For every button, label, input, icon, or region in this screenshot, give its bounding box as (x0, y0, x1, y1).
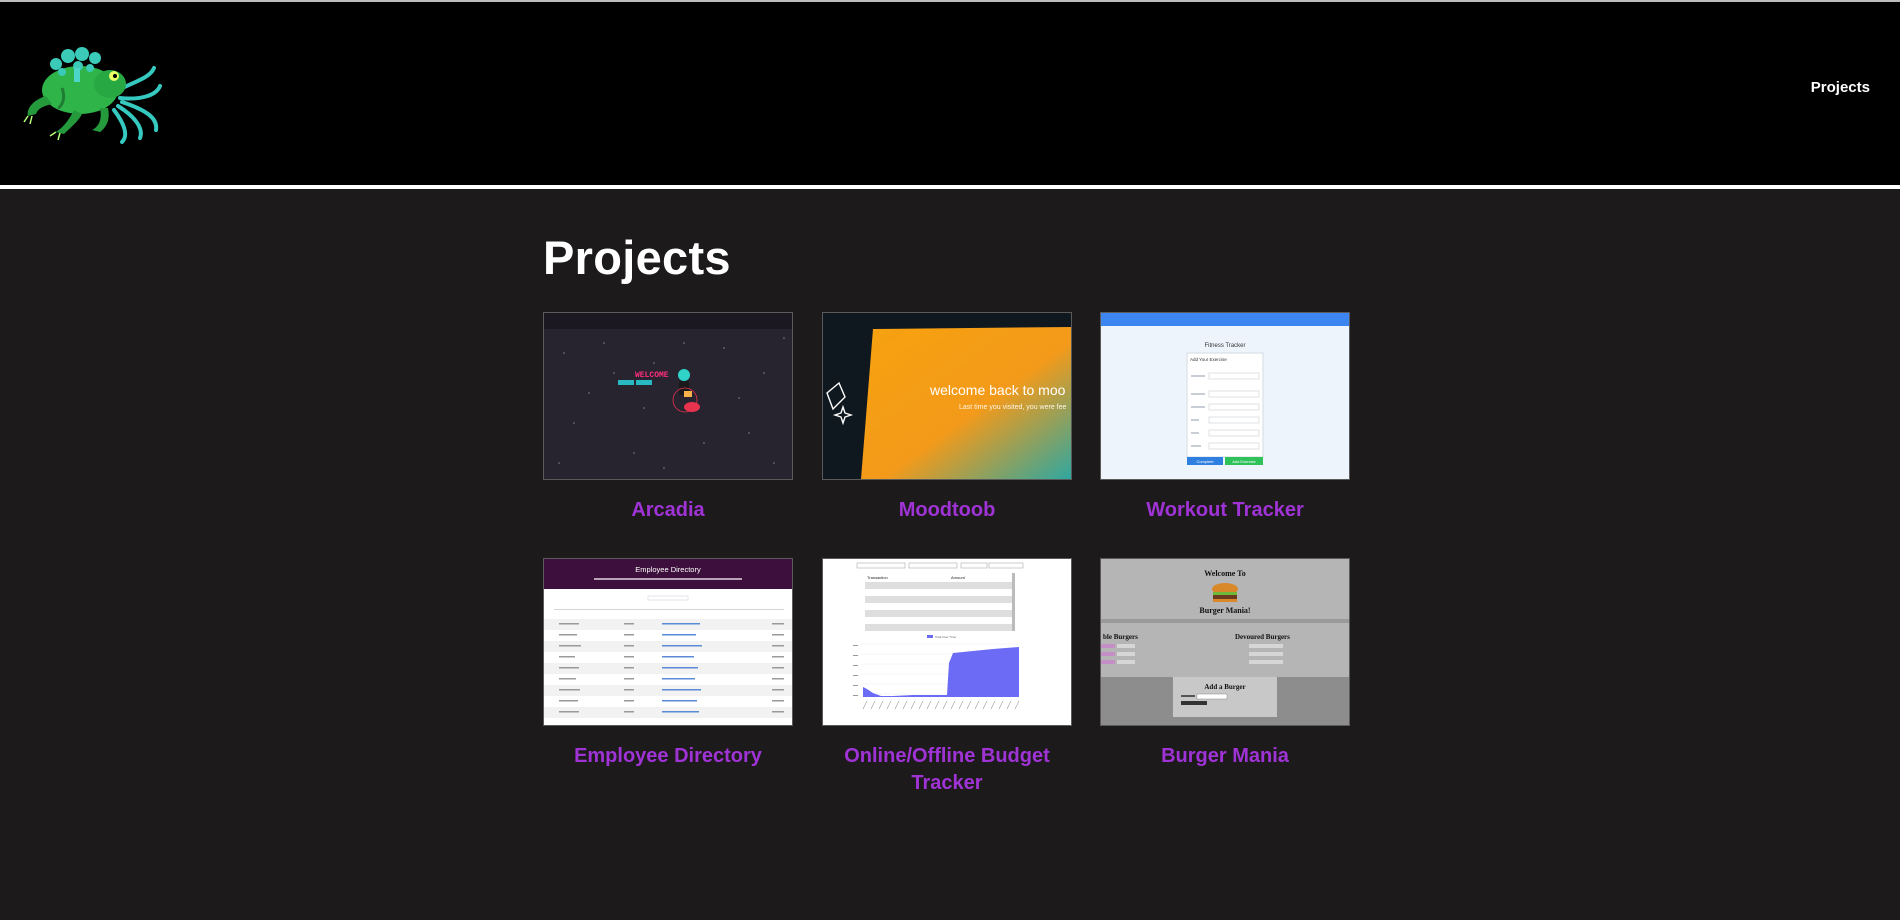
burger-col-right: Devoured Burgers (1235, 633, 1290, 641)
project-card-employee-directory: Employee Directory Employee Directory (543, 558, 793, 770)
employee-directory-heading: Employee Directory (635, 565, 701, 574)
project-title-employee-directory[interactable]: Employee Directory (543, 743, 793, 770)
page-title: Projects (543, 231, 731, 284)
arcadia-welcome-text: WELCOME (635, 371, 669, 380)
budget-tracker-thumbnail[interactable]: Transaction Amount Total Over Time (822, 558, 1072, 726)
project-card-workout-tracker: Fitness Tracker Add Your Exercise Comple… (1100, 312, 1350, 524)
burger-mania-thumbnail[interactable]: Welcome To Burger Mania! ble Burgers Dev… (1100, 558, 1350, 726)
project-title-burger-mania[interactable]: Burger Mania (1100, 743, 1350, 770)
project-title-moodtoob[interactable]: Moodtoob (822, 497, 1072, 524)
nav-projects-link[interactable]: Projects (1811, 79, 1870, 96)
project-card-burger-mania: Welcome To Burger Mania! ble Burgers Dev… (1100, 558, 1350, 770)
workout-add-btn: Add Exercise (1232, 459, 1256, 464)
moodtoob-thumbnail[interactable]: welcome back to moo Last time you visite… (822, 312, 1072, 480)
workout-complete-btn: Complete (1196, 459, 1214, 464)
budget-col-amount: Amount (951, 575, 966, 580)
employee-directory-thumbnail[interactable]: Employee Directory (543, 558, 793, 726)
project-title-budget-tracker[interactable]: Online/Offline Budget Tracker (822, 743, 1072, 797)
burger-form-title: Add a Burger (1204, 683, 1245, 691)
project-card-budget-tracker: Transaction Amount Total Over Time Onlin… (822, 558, 1072, 797)
burger-welcome-line2: Burger Mania! (1199, 606, 1250, 615)
arcadia-thumbnail[interactable]: WELCOME (543, 312, 793, 480)
moodtoob-welcome-text: welcome back to moo (929, 382, 1066, 398)
budget-col-transaction: Transaction (867, 575, 888, 580)
site-header: Projects (0, 2, 1900, 189)
burger-col-left: ble Burgers (1103, 633, 1138, 641)
moodtoob-subtext: Last time you visited, you were fee (959, 404, 1066, 411)
burger-welcome-line1: Welcome To (1204, 569, 1246, 578)
budget-chart-legend: Total Over Time (935, 635, 956, 639)
workout-tracker-form-title: Add Your Exercise (1190, 357, 1227, 362)
workout-tracker-thumbnail[interactable]: Fitness Tracker Add Your Exercise Comple… (1100, 312, 1350, 480)
workout-tracker-heading: Fitness Tracker (1204, 343, 1245, 349)
project-card-arcadia: WELCOME Arcadia (543, 312, 793, 524)
project-title-workout-tracker[interactable]: Workout Tracker (1100, 497, 1350, 524)
project-title-arcadia[interactable]: Arcadia (543, 497, 793, 524)
green-octopus-frog-logo-icon[interactable] (22, 38, 162, 144)
project-card-moodtoob: welcome back to moo Last time you visite… (822, 312, 1072, 524)
